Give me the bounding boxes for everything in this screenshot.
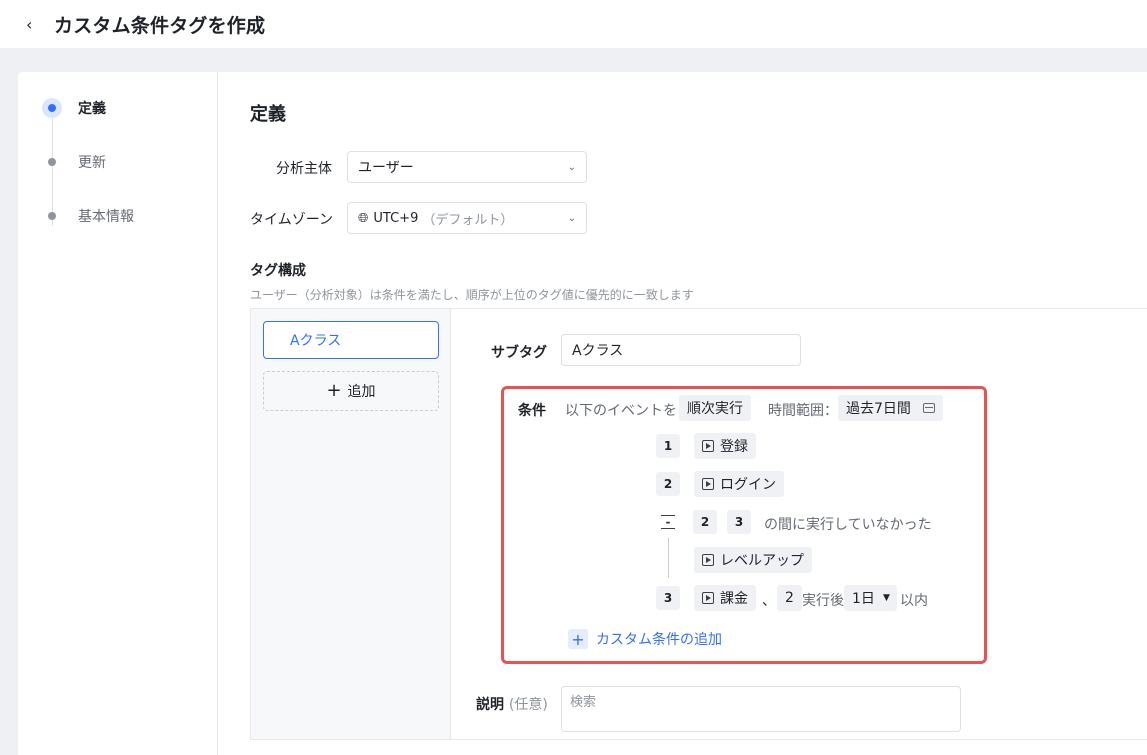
- event-chip-purchase[interactable]: 課金: [694, 585, 756, 611]
- event-chip-login[interactable]: ログイン: [694, 471, 784, 497]
- event-icon: [702, 478, 714, 490]
- event-icon: [702, 440, 714, 452]
- event-index: 2: [656, 472, 680, 496]
- exclusion-from[interactable]: 2: [693, 510, 717, 534]
- chevron-left-icon[interactable]: ‹: [26, 15, 40, 34]
- step-nav: 定義 更新 基本情報: [18, 72, 218, 755]
- time-range-picker[interactable]: 過去7日間: [838, 395, 943, 421]
- condition-label: 条件: [518, 403, 546, 419]
- tag-builder: Aクラス + 追加 サブタグ Aクラス 条件 以下のイベントを 順次実行 時間範…: [250, 308, 1147, 740]
- subject-label: 分析主体: [276, 161, 332, 177]
- event-chip-level-up[interactable]: レベルアップ: [694, 547, 812, 573]
- within-period-select[interactable]: 1日 ▼: [844, 585, 897, 611]
- step-dot-icon: [48, 212, 56, 220]
- description-label: 説明 (任意): [476, 697, 548, 713]
- chevron-down-icon: ⌄: [567, 161, 576, 173]
- order-mode-select[interactable]: 順次実行: [679, 395, 751, 421]
- condition-box: 条件 以下のイベントを 順次実行 時間範囲： 過去7日間 1 登録 2 ログイン: [501, 386, 987, 664]
- exclusion-text: の間に実行していなかった: [764, 517, 932, 533]
- exclusion-connector: [668, 538, 669, 578]
- globe-icon: 🌐︎: [358, 210, 369, 226]
- top-bar: ‹ カスタム条件タグを作成: [0, 0, 1147, 48]
- event-index: 3: [656, 586, 680, 610]
- content-card: 定義 更新 基本情報 定義 分析主体 ユーザー ⌄ タイムゾーン 🌐︎ UTC+…: [18, 72, 1147, 755]
- step-basic-info[interactable]: 基本情報: [42, 206, 134, 226]
- condition-intro: 以下のイベントを: [565, 403, 677, 419]
- main-panel: 定義 分析主体 ユーザー ⌄ タイムゾーン 🌐︎ UTC+9 （デフォルト） ⌄…: [218, 72, 1147, 755]
- within-separator: 、: [762, 593, 776, 609]
- tag-structure-title: タグ構成: [250, 263, 306, 279]
- step-update[interactable]: 更新: [42, 152, 106, 172]
- subtag-label: サブタグ: [491, 345, 547, 361]
- step-dot-icon: [48, 104, 56, 112]
- subtag-input[interactable]: Aクラス: [561, 334, 801, 366]
- tag-item[interactable]: Aクラス: [263, 321, 439, 359]
- add-condition-button[interactable]: + カスタム条件の追加: [568, 629, 722, 649]
- description-input[interactable]: 検索: [561, 686, 961, 732]
- within-count-input[interactable]: 2: [777, 585, 802, 611]
- time-range-label: 時間範囲：: [768, 403, 838, 419]
- step-dot-icon: [48, 158, 56, 166]
- within-suffix: 以内: [900, 593, 928, 609]
- page-title: カスタム条件タグを作成: [54, 14, 266, 37]
- tag-structure-desc: ユーザー（分析対象）は条件を満たし、順序が上位のタグ値に優先的に一致します: [250, 288, 694, 302]
- timezone-label: タイムゾーン: [250, 212, 334, 228]
- chevron-down-icon: ▼: [883, 593, 890, 603]
- exclusion-to[interactable]: 3: [727, 510, 751, 534]
- event-icon: [702, 592, 714, 604]
- calendar-icon: [922, 403, 935, 413]
- plus-icon: +: [568, 629, 588, 649]
- chevron-down-icon: ⌄: [567, 212, 576, 224]
- event-chip-register[interactable]: 登録: [694, 433, 756, 459]
- add-tag-button[interactable]: + 追加: [263, 371, 439, 411]
- within-after-text: 実行後: [802, 593, 844, 609]
- event-icon: [702, 554, 714, 566]
- subject-select[interactable]: ユーザー ⌄: [347, 151, 587, 183]
- section-title: 定義: [250, 104, 286, 125]
- timezone-select[interactable]: 🌐︎ UTC+9 （デフォルト） ⌄: [347, 202, 587, 234]
- tag-list: Aクラス + 追加: [251, 309, 451, 739]
- plus-icon: +: [326, 380, 342, 401]
- event-index: 1: [656, 434, 680, 458]
- step-definition[interactable]: 定義: [42, 98, 106, 118]
- gap-icon: -: [661, 515, 675, 529]
